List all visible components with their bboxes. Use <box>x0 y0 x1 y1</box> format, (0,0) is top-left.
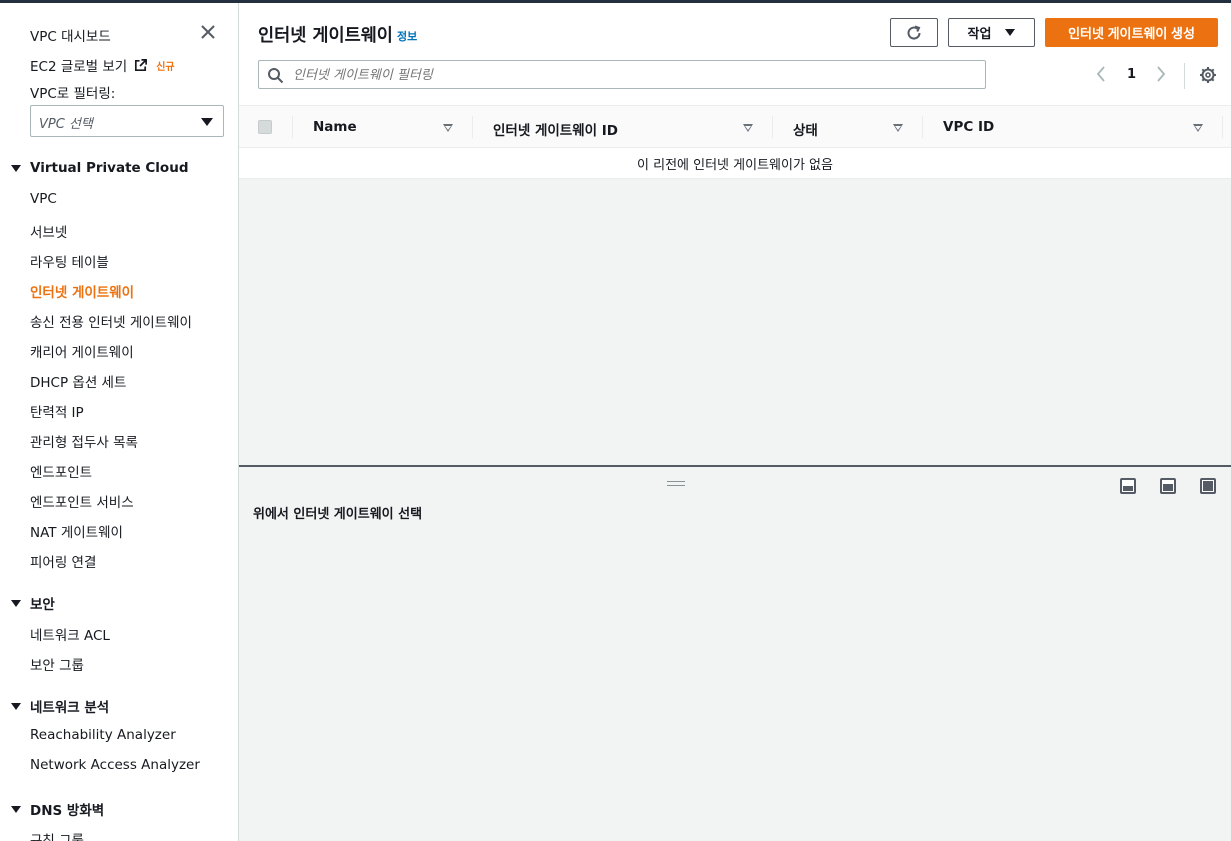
column-header-name[interactable]: Name <box>313 119 357 135</box>
new-badge: 신규 <box>156 61 175 73</box>
column-divider <box>922 116 923 138</box>
sidebar-item-prefix-lists[interactable]: 관리형 접두사 목록 <box>30 431 138 451</box>
sidebar-item-dhcp-options[interactable]: DHCP 옵션 세트 <box>30 371 126 391</box>
caret-down-icon <box>201 118 213 126</box>
section-title: 보안 <box>30 597 55 613</box>
sidebar-item-endpoint-services[interactable]: 엔드포인트 서비스 <box>30 491 134 511</box>
split-full-icon[interactable] <box>1200 478 1216 494</box>
refresh-icon <box>907 25 921 40</box>
refresh-button[interactable] <box>890 18 938 47</box>
sidebar-item-route-tables[interactable]: 라우팅 테이블 <box>30 251 109 271</box>
select-all-checkbox[interactable] <box>258 120 272 134</box>
sidebar-item-rule-groups[interactable]: 규칙 그룹 <box>30 829 84 841</box>
sort-icon[interactable] <box>443 124 453 132</box>
sidebar-item-network-acl[interactable]: 네트워크 ACL <box>30 624 110 644</box>
sidebar-item-network-access-analyzer[interactable]: Network Access Analyzer <box>30 757 200 773</box>
vpc-filter-select[interactable]: VPC 선택 <box>30 105 224 137</box>
caret-down-icon <box>1005 29 1016 36</box>
sidebar-item-endpoints[interactable]: 엔드포인트 <box>30 461 92 481</box>
sidebar-item-reachability-analyzer[interactable]: Reachability Analyzer <box>30 727 176 743</box>
external-link-icon <box>135 58 148 71</box>
split-side-icon[interactable] <box>1160 478 1176 494</box>
search-icon <box>268 68 284 84</box>
section-network-analysis[interactable]: 네트워크 분석 <box>11 696 109 716</box>
column-header-igw-id[interactable]: 인터넷 게이트웨이 ID <box>493 119 618 139</box>
sidebar-item-egress-only-igw[interactable]: 송신 전용 인터넷 게이트웨이 <box>30 311 192 331</box>
table-panel: 인터넷 게이트웨이 정보 작업 인터넷 게이트웨이 생성 인터넷 게이트웨이 필… <box>239 3 1231 465</box>
sort-icon[interactable] <box>1193 124 1203 132</box>
page-number[interactable]: 1 <box>1127 67 1136 82</box>
actions-label: 작업 <box>967 26 992 41</box>
table-header-bar: 인터넷 게이트웨이 정보 작업 인터넷 게이트웨이 생성 인터넷 게이트웨이 필… <box>239 3 1231 105</box>
divider <box>1184 63 1185 89</box>
sidebar-item-elastic-ip[interactable]: 탄력적 IP <box>30 401 84 421</box>
section-title: Virtual Private Cloud <box>30 160 189 176</box>
caret-down-icon <box>11 164 21 172</box>
column-divider <box>772 116 773 138</box>
caret-down-icon <box>11 702 21 710</box>
detail-panel: 위에서 인터넷 게이트웨이 선택 <box>239 467 1231 841</box>
info-link[interactable]: 정보 <box>397 28 417 44</box>
search-input[interactable] <box>293 64 973 86</box>
sidebar-item-nat-gateways[interactable]: NAT 게이트웨이 <box>30 521 123 541</box>
sidebar-item-internet-gateways[interactable]: 인터넷 게이트웨이 <box>30 281 134 301</box>
column-header-vpc-id[interactable]: VPC ID <box>943 119 994 135</box>
column-divider <box>472 116 473 138</box>
chevron-right-icon[interactable] <box>1155 66 1167 82</box>
resize-handle[interactable] <box>667 481 685 487</box>
section-security[interactable]: 보안 <box>11 593 55 613</box>
sort-icon[interactable] <box>743 124 753 132</box>
section-title: 네트워크 분석 <box>30 700 110 716</box>
chevron-left-icon[interactable] <box>1095 66 1107 82</box>
ec2-global-label[interactable]: EC2 글로벌 보기 <box>30 55 127 75</box>
column-divider <box>1222 116 1223 138</box>
sidebar-item-peering[interactable]: 피어링 연결 <box>30 551 96 571</box>
detail-placeholder: 위에서 인터넷 게이트웨이 선택 <box>253 507 423 522</box>
sidebar-ec2-global-link[interactable]: EC2 글로벌 보기 신규 <box>30 55 175 75</box>
caret-down-icon <box>11 805 21 813</box>
sidebar-dashboard-link[interactable]: VPC 대시보드 <box>30 25 111 45</box>
page-title: 인터넷 게이트웨이 <box>258 26 393 46</box>
section-title: DNS 방화벽 <box>30 803 105 819</box>
column-header-state[interactable]: 상태 <box>793 119 818 139</box>
sidebar: VPC 대시보드 EC2 글로벌 보기 신규 VPC로 필터링: VPC 선택 … <box>0 3 239 841</box>
gear-icon[interactable] <box>1199 66 1217 84</box>
sort-icon[interactable] <box>893 124 903 132</box>
search-field[interactable] <box>258 60 986 89</box>
section-vpc[interactable]: Virtual Private Cloud <box>11 160 188 176</box>
vpc-filter-placeholder: VPC 선택 <box>39 117 93 132</box>
sidebar-item-vpc[interactable]: VPC <box>30 191 57 207</box>
actions-button[interactable]: 작업 <box>948 18 1035 47</box>
sidebar-item-security-groups[interactable]: 보안 그룹 <box>30 654 84 674</box>
vpc-filter-label: VPC로 필터링: <box>30 86 116 102</box>
table-header: Name 인터넷 게이트웨이 ID 상태 VPC ID <box>239 105 1231 148</box>
split-bottom-icon[interactable] <box>1120 478 1136 494</box>
main-content: 인터넷 게이트웨이 정보 작업 인터넷 게이트웨이 생성 인터넷 게이트웨이 필… <box>239 3 1231 841</box>
sidebar-item-subnets[interactable]: 서브넷 <box>30 221 67 241</box>
column-divider <box>292 116 293 138</box>
section-dns-firewall[interactable]: DNS 방화벽 <box>11 799 104 819</box>
empty-table-message: 이 리전에 인터넷 게이트웨이가 없음 <box>239 148 1231 179</box>
caret-down-icon <box>11 599 21 607</box>
create-internet-gateway-button[interactable]: 인터넷 게이트웨이 생성 <box>1045 18 1218 47</box>
close-icon[interactable] <box>199 23 217 41</box>
sidebar-item-carrier-gateways[interactable]: 캐리어 게이트웨이 <box>30 341 134 361</box>
